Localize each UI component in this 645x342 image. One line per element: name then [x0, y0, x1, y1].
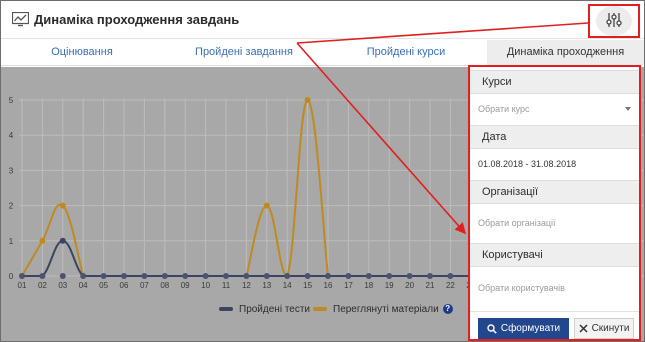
- legend-swatch-materials: [313, 307, 327, 311]
- x-tick-label: 07: [140, 281, 149, 290]
- series-line-1: [21, 203, 85, 277]
- data-point[interactable]: [39, 237, 46, 244]
- close-icon: [579, 324, 588, 333]
- tab-task-dynamics[interactable]: Динаміка проходження завдань: [487, 40, 644, 83]
- x-tick-label: 15: [303, 281, 312, 290]
- data-point[interactable]: [59, 237, 66, 244]
- chevron-down-icon: [625, 107, 631, 111]
- y-tick-label: 3: [9, 166, 14, 175]
- search-icon: [487, 323, 497, 334]
- x-tick-label: 03: [58, 281, 67, 290]
- x-tick-label: 11: [222, 281, 231, 290]
- page-title: Динаміка проходження завдань: [34, 12, 240, 27]
- data-point[interactable]: [447, 273, 454, 279]
- x-tick-label: 20: [405, 281, 414, 290]
- data-point[interactable]: [386, 273, 393, 279]
- x-tick-label: 13: [262, 281, 271, 290]
- y-tick-label: 5: [9, 96, 14, 105]
- reset-label: Скинути: [591, 323, 630, 334]
- date-range-input[interactable]: 01.08.2018 - 31.08.2018: [470, 149, 639, 179]
- data-point[interactable]: [59, 273, 66, 279]
- x-tick-label: 06: [120, 281, 129, 290]
- x-tick-label: 10: [201, 281, 210, 290]
- data-point[interactable]: [284, 273, 291, 279]
- panel-actions: Сформувати Скинути: [470, 311, 639, 339]
- tab-completed-courses[interactable]: Пройдені курси: [325, 40, 487, 66]
- x-tick-label: 18: [364, 281, 373, 290]
- generate-label: Сформувати: [500, 323, 561, 334]
- data-point[interactable]: [304, 97, 311, 103]
- tab-completed-tasks[interactable]: Пройдені завдання: [163, 40, 325, 66]
- x-tick-label: 02: [38, 281, 47, 290]
- data-point[interactable]: [345, 273, 352, 279]
- reset-button[interactable]: Скинути: [574, 318, 634, 339]
- y-tick-label: 1: [9, 237, 14, 246]
- x-tick-label: 17: [344, 281, 353, 290]
- sliders-icon: [605, 11, 623, 32]
- data-point[interactable]: [427, 273, 433, 279]
- dashboard-window: Динаміка проходження завдань Оцінювання: [0, 0, 645, 342]
- data-point[interactable]: [223, 273, 229, 279]
- legend-item-tests[interactable]: Пройдені тести: [219, 302, 310, 316]
- legend-swatch-tests: [219, 307, 233, 311]
- x-tick-label: 05: [99, 281, 108, 290]
- question-icon[interactable]: ?: [442, 304, 453, 314]
- x-tick-label: 19: [385, 281, 394, 290]
- data-point[interactable]: [39, 273, 46, 279]
- courses-heading: Курси: [470, 70, 639, 94]
- x-tick-label: 14: [283, 281, 292, 290]
- data-point[interactable]: [263, 202, 270, 209]
- data-point[interactable]: [59, 202, 66, 209]
- x-tick-label: 04: [79, 281, 88, 290]
- legend-label-materials: Переглянуті матеріали: [333, 303, 439, 315]
- tab-bar: Оцінювання Пройдені завдання Пройдені ку…: [1, 40, 644, 83]
- data-point[interactable]: [141, 273, 148, 279]
- data-point[interactable]: [406, 273, 413, 279]
- generate-button[interactable]: Сформувати: [478, 318, 569, 339]
- data-point[interactable]: [365, 273, 372, 279]
- courses-placeholder: Обрати курс: [478, 104, 530, 114]
- y-tick-label: 4: [9, 131, 14, 140]
- data-point[interactable]: [243, 273, 250, 279]
- users-select[interactable]: Обрати користувачів: [470, 273, 639, 303]
- data-point[interactable]: [263, 273, 270, 279]
- users-heading: Користувачі: [470, 243, 639, 267]
- x-tick-label: 09: [181, 281, 190, 290]
- legend-label-tests: Пройдені тести: [239, 303, 311, 315]
- data-point[interactable]: [182, 273, 189, 279]
- data-point[interactable]: [325, 273, 331, 279]
- data-point[interactable]: [80, 273, 87, 279]
- x-tick-label: 16: [324, 281, 333, 290]
- header: Динаміка проходження завдань: [1, 1, 644, 39]
- y-tick-label: 2: [9, 202, 14, 211]
- y-tick-label: 0: [9, 272, 14, 281]
- x-tick-label: 08: [160, 281, 169, 290]
- x-tick-label: 22: [446, 281, 455, 290]
- line-chart-icon: [11, 11, 30, 27]
- courses-select[interactable]: Обрати курс: [470, 94, 639, 124]
- tab-assessment[interactable]: Оцінювання: [1, 40, 163, 66]
- data-point[interactable]: [19, 273, 25, 279]
- data-point[interactable]: [100, 273, 107, 279]
- data-point[interactable]: [121, 273, 127, 279]
- data-point[interactable]: [202, 273, 209, 279]
- x-tick-label: 12: [242, 281, 251, 290]
- date-heading: Дата: [470, 125, 639, 149]
- organizations-heading: Організації: [470, 180, 639, 204]
- filter-panel: Курси Обрати курс Дата 01.08.2018 - 31.0…: [468, 65, 641, 341]
- legend-item-materials[interactable]: Переглянуті матеріали ?: [313, 302, 453, 316]
- data-point[interactable]: [161, 273, 168, 279]
- data-point[interactable]: [304, 273, 311, 279]
- x-tick-label: 21: [426, 281, 435, 290]
- filter-toggle-button[interactable]: [588, 4, 640, 38]
- x-tick-label: 01: [18, 281, 27, 290]
- organizations-select[interactable]: Обрати організації: [470, 208, 639, 238]
